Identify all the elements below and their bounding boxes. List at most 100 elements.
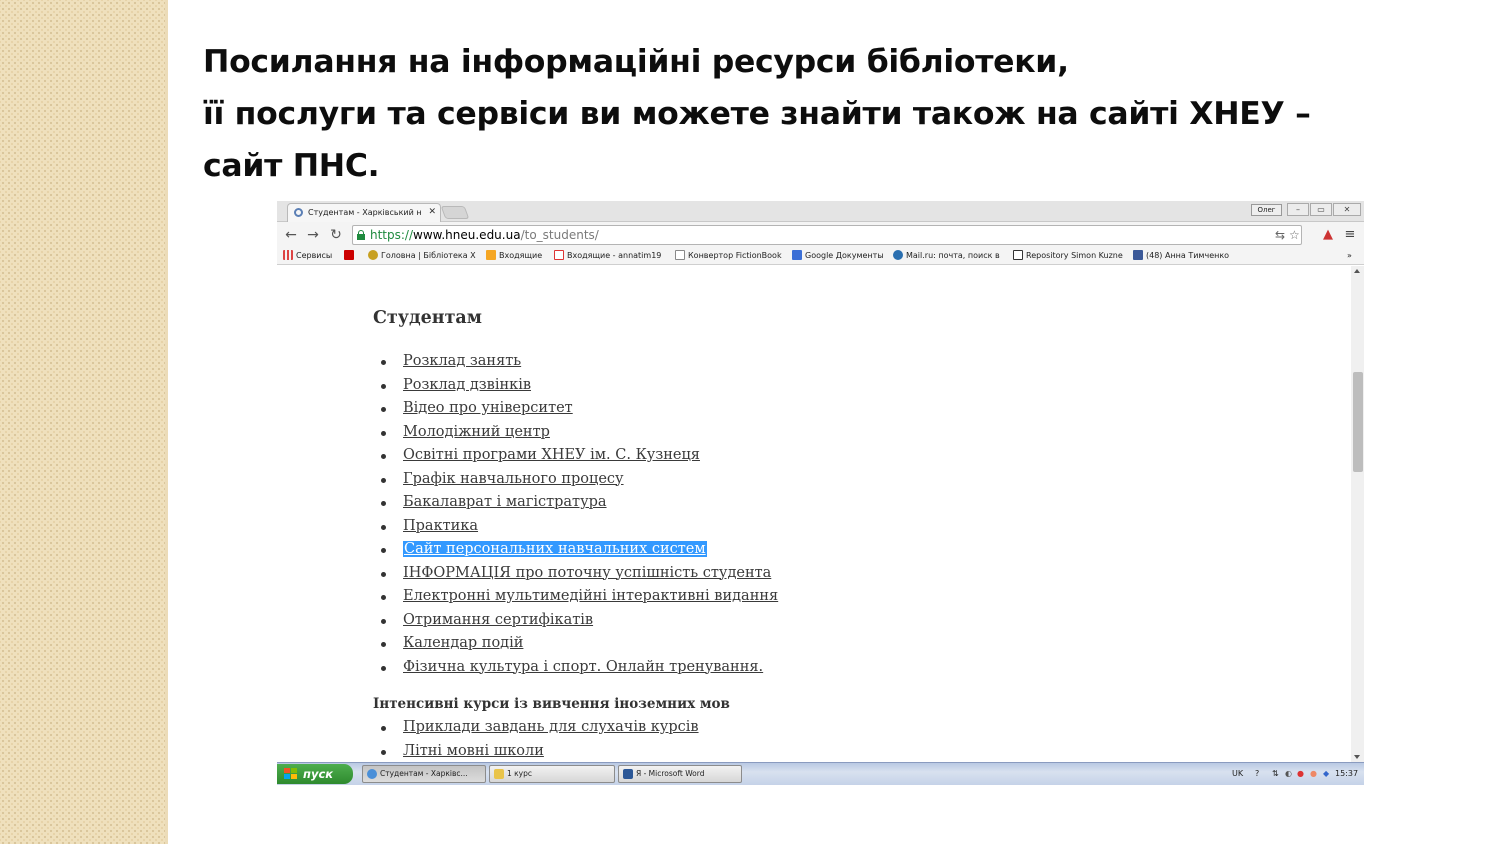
slide-title-line: її послуги та сервіси ви можете знайти т…: [203, 96, 1311, 132]
bookmark-item[interactable]: [344, 250, 357, 262]
extension-icon[interactable]: ▲: [1319, 226, 1337, 244]
browser-toolbar: ← → ↻ https://www.hneu.edu.ua/to_student…: [277, 222, 1364, 248]
bookmarks-bar: Сервисы Головна | Бібліотека Х Входящие …: [277, 248, 1364, 265]
bookmark-item[interactable]: Головна | Бібліотека Х: [368, 250, 476, 262]
list-item: Бакалаврат і магістратура: [373, 491, 778, 515]
menu-icon[interactable]: ≡: [1341, 226, 1359, 244]
tab-favicon-icon: [294, 208, 303, 217]
address-bar[interactable]: https://www.hneu.edu.ua/to_students/ ⇆ ☆: [352, 225, 1302, 245]
taskbar-item-folder[interactable]: 1 курс: [489, 765, 615, 783]
chrome-icon: [367, 769, 377, 779]
link-video[interactable]: Відео про університет: [403, 400, 573, 416]
windows-taskbar: пуск Студентам - Харківс... 1 курс Я - M…: [277, 762, 1364, 785]
speaker-icon[interactable]: ◐: [1285, 765, 1292, 783]
link-events-calendar[interactable]: Календар подій: [403, 635, 523, 651]
section-heading: Студентам: [373, 308, 482, 328]
list-item: Відео про університет: [373, 397, 778, 421]
mail-ru-at-icon: [893, 250, 903, 260]
list-item: ІНФОРМАЦІЯ про поточну успішність студен…: [373, 562, 778, 586]
link-practice[interactable]: Практика: [403, 518, 478, 534]
clock: 15:37: [1335, 769, 1359, 778]
bookmark-item[interactable]: Google Документы: [792, 250, 884, 262]
scroll-down-icon[interactable]: [1354, 755, 1360, 759]
slide-title-line: Посилання на інформаційні ресурси бібліо…: [203, 44, 1069, 80]
browser-tab[interactable]: Студентам - Харківський н ✕: [287, 203, 441, 222]
network-icon[interactable]: ⇅: [1272, 765, 1279, 783]
maximize-button[interactable]: ▭: [1310, 203, 1332, 216]
list-item: Календар подій: [373, 632, 778, 656]
list-item: Молодіжний центр: [373, 421, 778, 445]
bookmark-item[interactable]: Mail.ru: почта, поиск в: [893, 250, 1000, 262]
scroll-up-icon[interactable]: [1354, 269, 1360, 273]
alert-icon[interactable]: ●: [1297, 765, 1304, 783]
word-icon: [623, 769, 633, 779]
link-pns-site[interactable]: Сайт персональних навчальних систем: [403, 541, 707, 557]
user-profile-button[interactable]: Олег: [1251, 204, 1282, 216]
link-progress-info[interactable]: ІНФОРМАЦІЯ про поточну успішність студен…: [403, 565, 771, 581]
bookmark-item[interactable]: (48) Анна Тимченко: [1133, 250, 1229, 262]
url-text: https://www.hneu.edu.ua/to_students/: [370, 228, 599, 242]
browser-screenshot: Студентам - Харківський н ✕ Олег – ▭ ✕ ←…: [277, 201, 1364, 785]
bookmark-star-icon[interactable]: ☆: [1289, 228, 1300, 242]
link-bells[interactable]: Розклад дзвінків: [403, 377, 531, 393]
link-multimedia[interactable]: Електронні мультимедійні інтерактивні ви…: [403, 588, 778, 604]
bookmark-item[interactable]: Входящие - annatim19: [554, 250, 661, 262]
reload-icon[interactable]: ↻: [327, 226, 345, 244]
list-item: Приклади завдань для слухачів курсів: [373, 716, 778, 740]
vertical-scrollbar[interactable]: [1351, 266, 1364, 762]
bookmarks-overflow-icon[interactable]: »: [1347, 250, 1352, 262]
bookmark-item[interactable]: Repository Simon Kuzne: [1013, 250, 1123, 262]
app-tray-icon[interactable]: ●: [1310, 765, 1317, 783]
taskbar-item-browser[interactable]: Студентам - Харківс...: [362, 765, 486, 783]
link-summer-schools[interactable]: Літні мовні школи: [403, 743, 544, 759]
link-programs[interactable]: Освітні програми ХНЕУ ім. С. Кузнеця: [403, 447, 700, 463]
language-indicator[interactable]: UK: [1232, 765, 1243, 783]
apps-grid-icon: [283, 250, 293, 260]
list-item: Отримання сертифікатів: [373, 609, 778, 633]
back-arrow-icon[interactable]: ←: [282, 226, 300, 244]
close-tab-icon[interactable]: ✕: [428, 204, 436, 221]
tab-strip: Студентам - Харківський н ✕ Олег – ▭ ✕: [277, 201, 1364, 222]
scroll-thumb[interactable]: [1353, 372, 1363, 472]
list-item: Розклад занять: [373, 350, 778, 374]
owl-icon: [368, 250, 378, 260]
translate-icon[interactable]: ⇆: [1275, 228, 1285, 242]
decorative-divider: [165, 0, 168, 844]
lock-icon: [357, 230, 365, 240]
slide-title: Посилання на інформаційні ресурси бібліо…: [203, 36, 1403, 192]
close-window-button[interactable]: ✕: [1333, 203, 1361, 216]
language-courses-heading: Інтенсивні курси із вивчення іноземних м…: [373, 696, 730, 712]
link-study-process[interactable]: Графік навчального процесу: [403, 471, 624, 487]
folder-icon: [494, 769, 504, 779]
start-label: пуск: [303, 767, 334, 781]
flag-tray-icon[interactable]: ◆: [1323, 765, 1329, 783]
facebook-icon: [1133, 250, 1143, 260]
page-icon: [675, 250, 685, 260]
bookmark-item[interactable]: Входящие: [486, 250, 542, 262]
bookmark-item[interactable]: Конвертор FictionBook: [675, 250, 782, 262]
windows-flag-icon: [284, 768, 297, 780]
mail-ru-icon: [486, 250, 496, 260]
page-viewport: Студентам Розклад занять Розклад дзвінкі…: [277, 266, 1351, 762]
link-sport[interactable]: Фізична культура і спорт. Онлайн тренува…: [403, 659, 763, 675]
new-tab-button[interactable]: [440, 206, 470, 219]
help-icon[interactable]: ?: [1255, 765, 1259, 783]
google-docs-icon: [792, 250, 802, 260]
link-course-tasks[interactable]: Приклади завдань для слухачів курсів: [403, 719, 699, 735]
link-certificates[interactable]: Отримання сертифікатів: [403, 612, 593, 628]
link-youth-center[interactable]: Молодіжний центр: [403, 424, 550, 440]
forward-arrow-icon[interactable]: →: [304, 226, 322, 244]
bookmark-red-l-icon: [344, 250, 354, 260]
list-item: Розклад дзвінків: [373, 374, 778, 398]
language-links-list: Приклади завдань для слухачів курсів Літ…: [373, 716, 778, 762]
link-bachelor-master[interactable]: Бакалаврат і магістратура: [403, 494, 607, 510]
repository-icon: [1013, 250, 1023, 260]
minimize-button[interactable]: –: [1287, 203, 1309, 216]
link-schedule[interactable]: Розклад занять: [403, 353, 521, 369]
taskbar-item-word[interactable]: Я - Microsoft Word: [618, 765, 742, 783]
list-item: Літні мовні школи: [373, 740, 778, 763]
list-item: Електронні мультимедійні інтерактивні ви…: [373, 585, 778, 609]
bookmark-item[interactable]: Сервисы: [283, 250, 332, 262]
page-content: Студентам Розклад занять Розклад дзвінкі…: [373, 306, 778, 762]
start-button[interactable]: пуск: [277, 764, 353, 784]
